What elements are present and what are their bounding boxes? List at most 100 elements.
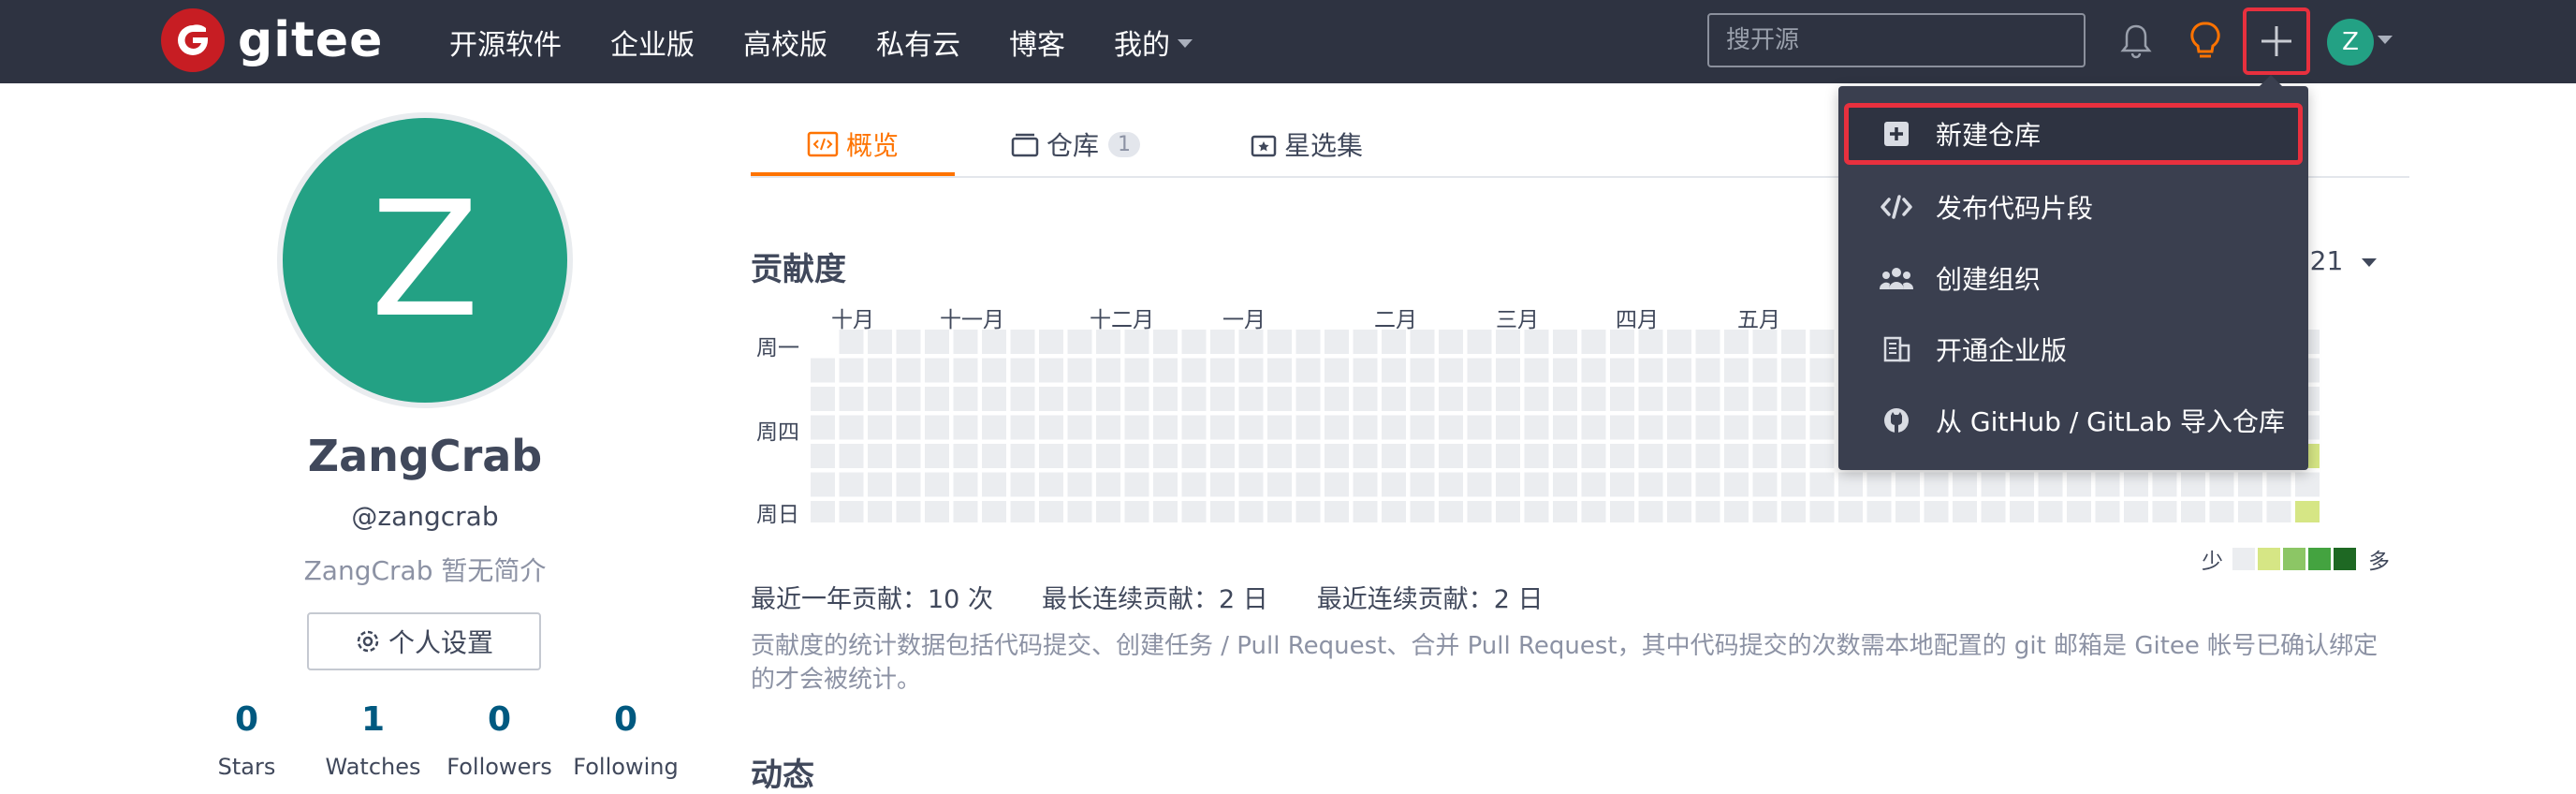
heatmap-cell: [1581, 415, 1606, 440]
heatmap-cell: [1181, 472, 1207, 497]
heatmap-cell: [2181, 501, 2205, 522]
create-plus-button[interactable]: [2243, 7, 2310, 75]
heatmap-cell: [1695, 501, 1720, 522]
heatmap-cell: [1096, 330, 1120, 354]
heatmap-cell: [1781, 501, 1806, 522]
menu-item-import-repo[interactable]: 从 GitHub / GitLab 导入仓库: [1844, 390, 2303, 451]
stat-stars[interactable]: 0 Stars: [183, 700, 310, 780]
heatmap-cell: [1781, 415, 1806, 440]
nav-education[interactable]: 高校版: [743, 22, 827, 63]
heatmap-cell: [1667, 472, 1691, 497]
heatmap-cell: [925, 444, 949, 468]
stat-following[interactable]: 0 Following: [563, 700, 689, 780]
stat-value: 0: [234, 700, 259, 739]
building-icon: [1878, 331, 1915, 368]
heatmap-cell: [868, 501, 892, 522]
heatmap-cell: [839, 387, 864, 411]
heatmap-cell: [2266, 501, 2291, 522]
heatmap-cell: [1895, 472, 1920, 497]
heatmap-cell: [1039, 472, 1063, 497]
menu-item-create-org[interactable]: 创建组织: [1844, 247, 2303, 309]
top-navbar: gitee 开源软件 企业版 高校版 私有云 博客 我的 Z: [0, 0, 2576, 83]
heatmap-cell: [1724, 472, 1749, 497]
heatmap-cell: [1267, 444, 1292, 468]
heatmap-cell: [1781, 444, 1806, 468]
heatmap-cell: [1667, 358, 1691, 383]
month-label: 四月: [1616, 308, 1659, 332]
gear-icon: [357, 630, 379, 653]
heatmap-cell: [982, 358, 1006, 383]
profile-avatar: Z: [277, 112, 573, 408]
heatmap-cell: [1124, 415, 1149, 440]
heatmap-cell: [1210, 444, 1235, 468]
menu-item-enterprise[interactable]: 开通企业版: [1844, 318, 2303, 380]
heatmap-cell: [1467, 444, 1492, 468]
menu-item-label: 开通企业版: [1936, 335, 2068, 366]
heatmap-cell: [1039, 330, 1063, 354]
gitee-logo[interactable]: gitee: [161, 7, 383, 73]
heatmap-cell: [1096, 472, 1120, 497]
active-tab-indicator: [751, 172, 955, 176]
nav-blog[interactable]: 博客: [1009, 22, 1065, 63]
nav-private-cloud[interactable]: 私有云: [876, 22, 960, 63]
users-icon: [1878, 259, 1915, 297]
user-avatar-menu[interactable]: Z: [2327, 19, 2374, 66]
heatmap-cell: [1638, 415, 1663, 440]
nav-enterprise[interactable]: 企业版: [610, 22, 695, 63]
heatmap-cell: [1410, 330, 1435, 354]
tab-overview[interactable]: 概览: [807, 125, 899, 163]
lightbulb-icon[interactable]: [2183, 15, 2228, 67]
heatmap-cell: [1752, 472, 1778, 497]
notification-bell-icon[interactable]: [2114, 15, 2159, 67]
heatmap-cell: [1809, 472, 1835, 497]
stat-watches[interactable]: 1 Watches: [310, 700, 436, 780]
heatmap-cell: [1667, 387, 1691, 411]
heatmap-cell: [2266, 472, 2291, 497]
chevron-down-icon[interactable]: [2378, 36, 2393, 44]
heatmap-cell: [2095, 501, 2120, 522]
heatmap-cell: [1382, 472, 1406, 497]
heatmap-cell: [1581, 444, 1606, 468]
tab-repositories[interactable]: 仓库 1: [1011, 125, 1141, 163]
heatmap-legend: 少 多: [2202, 543, 2390, 575]
heatmap-cell: [1610, 501, 1634, 522]
heatmap-cell: [2209, 501, 2234, 522]
heatmap-cell: [1724, 415, 1749, 440]
legend-more: 多: [2368, 550, 2390, 574]
menu-item-publish-snippet[interactable]: 发布代码片段: [1844, 176, 2303, 238]
heatmap-cell: [1439, 358, 1463, 383]
heatmap-cell: [1181, 501, 1207, 522]
menu-item-new-repo[interactable]: 新建仓库: [1844, 103, 2303, 165]
heatmap-cell: [1039, 444, 1063, 468]
tab-stars[interactable]: 星选集: [1251, 125, 1363, 163]
heatmap-cell: [1124, 330, 1149, 354]
heatmap-cell: [1238, 387, 1264, 411]
heatmap-cell: [1325, 501, 1349, 522]
heatmap-cell: [1267, 330, 1292, 354]
current-streak: 最近连续贡献：2 日: [1316, 585, 1544, 614]
heatmap-cell: [1439, 330, 1463, 354]
heatmap-cell: [953, 415, 978, 440]
contribution-note: 贡献度的统计数据包括代码提交、创建任务 / Pull Request、合并 Pu…: [751, 632, 2378, 694]
nav-open-source[interactable]: 开源软件: [449, 22, 562, 63]
nav-mine-menu[interactable]: 我的: [1114, 22, 1193, 63]
heatmap-cell: [1210, 358, 1235, 383]
heatmap-cell: [1524, 387, 1549, 411]
personal-settings-button[interactable]: 个人设置: [307, 612, 541, 670]
heatmap-cell: [1895, 501, 1920, 522]
activity-title: 动态: [751, 757, 814, 794]
heatmap-cell: [896, 472, 921, 497]
heatmap-cell: [1439, 387, 1463, 411]
heatmap-cell: [1610, 472, 1634, 497]
heatmap-cell: [868, 444, 892, 468]
chevron-down-icon: [2362, 258, 2378, 267]
heatmap-cell: [1496, 501, 1520, 522]
heatmap-cell: [1325, 330, 1349, 354]
heatmap-cell: [1325, 472, 1349, 497]
search-input[interactable]: [1707, 13, 2086, 67]
heatmap-cell: [1267, 358, 1292, 383]
month-label: 二月: [1374, 308, 1417, 332]
day-label-sun: 周日: [756, 503, 799, 527]
heatmap-cell: [2152, 501, 2177, 522]
stat-followers[interactable]: 0 Followers: [436, 700, 563, 780]
